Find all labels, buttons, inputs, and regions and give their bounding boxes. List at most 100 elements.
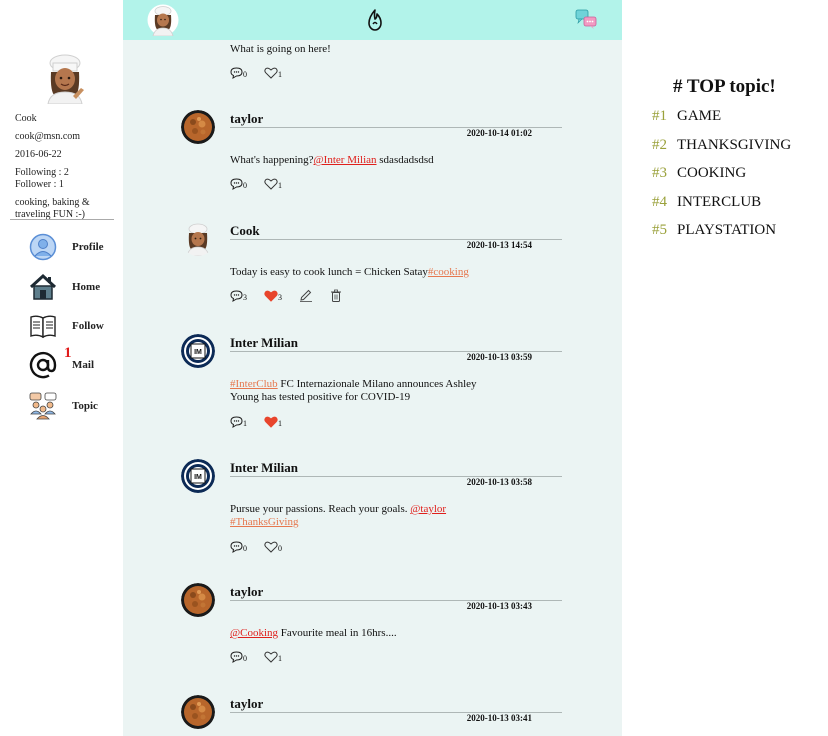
post-body: #InterClub FC Internazionale Milano anno…	[230, 378, 505, 404]
post-text: Pursue your passions. Reach your goals.	[230, 503, 411, 515]
like-button[interactable]: 1	[264, 178, 282, 190]
mention-link[interactable]: @Cooking	[230, 627, 278, 639]
comment-button[interactable]: 3	[230, 290, 247, 302]
hashtag-link[interactable]: #cooking	[428, 266, 469, 278]
profile-following[interactable]: Following : 2	[15, 167, 115, 179]
post-author[interactable]: Inter Milian	[230, 460, 298, 476]
author-avatar[interactable]: IM	[181, 334, 215, 368]
chef-avatar-icon[interactable]	[147, 4, 179, 37]
topic-item[interactable]: #3 COOKING	[652, 165, 746, 182]
like-count: 1	[278, 419, 282, 428]
profile-info: Cook cook@msn.com 2016-06-22 Following :…	[15, 113, 115, 227]
like-button[interactable]: 0	[264, 541, 282, 553]
heart-icon	[264, 178, 278, 190]
comment-count: 1	[243, 419, 247, 428]
topic-item[interactable]: #2 THANKSGIVING	[652, 137, 791, 154]
comment-button[interactable]: 1	[230, 416, 247, 428]
like-button[interactable]: 1	[264, 67, 282, 79]
post-text: Favourite meal in 16hrs....	[278, 627, 397, 639]
heart-icon	[264, 67, 278, 79]
post-feed: What is going on here! 0 1 taylor 2020-1…	[123, 40, 622, 736]
post-timestamp: 2020-10-13 14:54	[466, 240, 532, 250]
user-icon	[28, 232, 58, 262]
topic-item[interactable]: #4 INTERCLUB	[652, 194, 761, 211]
profile-email: cook@msn.com	[15, 131, 81, 142]
author-avatar[interactable]	[181, 695, 215, 729]
mail-count-badge: 1	[64, 345, 72, 361]
post-author[interactable]: Inter Milian	[230, 335, 298, 351]
hashtag-link[interactable]: #InterClub	[230, 378, 278, 390]
sidebar-divider	[10, 219, 114, 220]
nav-item-profile[interactable]: Profile	[28, 231, 118, 263]
topic-item[interactable]: #5 PLAYSTATION	[652, 222, 776, 239]
post-timestamp: 2020-10-13 03:43	[466, 601, 532, 611]
flame-logo-icon[interactable]	[365, 8, 385, 32]
profile-follower[interactable]: Follower : 1	[15, 179, 115, 191]
comment-icon	[230, 416, 243, 428]
edit-button[interactable]	[299, 289, 313, 302]
comment-button[interactable]: 0	[230, 541, 247, 553]
post-timestamp: 2020-10-13 03:58	[466, 477, 532, 487]
post-author[interactable]: taylor	[230, 696, 263, 712]
like-count: 1	[278, 181, 282, 190]
nav-item-home[interactable]: Home	[28, 271, 118, 303]
comment-icon	[230, 178, 243, 190]
comment-count: 0	[243, 70, 247, 79]
mention-link[interactable]: @taylor	[410, 503, 446, 515]
heart-icon	[264, 290, 278, 302]
comment-button[interactable]: 0	[230, 651, 247, 663]
topic-rank: #1	[652, 108, 667, 124]
mention-link[interactable]: @Inter Milian	[314, 154, 377, 166]
comment-button[interactable]: 0	[230, 178, 247, 190]
nav-label-follow: Follow	[72, 320, 104, 332]
like-button[interactable]: 1	[264, 651, 282, 663]
comment-button[interactable]: 0	[230, 67, 247, 79]
comment-icon	[230, 290, 243, 302]
heart-icon	[264, 651, 278, 663]
like-count: 3	[278, 293, 282, 302]
post-body: What is going on here!	[230, 43, 331, 55]
post-text: What's happening?	[230, 154, 314, 166]
top-topics-title: # TOP topic!	[673, 76, 776, 97]
nav-item-follow[interactable]: Follow	[28, 310, 118, 342]
nav-item-topic[interactable]: Topic	[28, 390, 118, 422]
topic-rank: #5	[652, 222, 667, 238]
topic-item[interactable]: #1 GAME	[652, 108, 721, 125]
heart-icon	[264, 416, 278, 428]
house-icon	[28, 272, 58, 302]
post-timestamp: 2020-10-13 03:41	[466, 713, 532, 723]
like-count: 0	[278, 544, 282, 553]
comment-icon	[230, 541, 243, 553]
post-author[interactable]: taylor	[230, 584, 263, 600]
like-button[interactable]: 3	[264, 290, 282, 302]
author-avatar[interactable]	[181, 110, 215, 144]
nav-label-profile: Profile	[72, 241, 104, 253]
like-count: 1	[278, 70, 282, 79]
like-button[interactable]: 1	[264, 416, 282, 428]
hashtag-link[interactable]: #ThanksGiving	[230, 516, 298, 528]
post-body: What's happening?@Inter Milian sdasdadsd…	[230, 154, 530, 167]
author-avatar[interactable]	[181, 222, 215, 256]
post-timestamp: 2020-10-14 01:02	[466, 128, 532, 138]
topic-name: THANKSGIVING	[677, 137, 792, 153]
post-author[interactable]: taylor	[230, 111, 263, 127]
topic-name: GAME	[677, 108, 722, 124]
trash-icon	[330, 289, 342, 302]
profile-bio: cooking, baking & traveling FUN :-)	[15, 197, 90, 220]
nav-item-mail[interactable]: 1 Mail	[28, 345, 118, 381]
post-body: @Cooking Favourite meal in 16hrs....	[230, 627, 530, 640]
post-body: Today is easy to cook lunch = Chicken Sa…	[230, 266, 530, 279]
post-author[interactable]: Cook	[230, 223, 260, 239]
profile-joined: 2016-06-22	[15, 149, 62, 160]
author-avatar[interactable]	[181, 583, 215, 617]
pencil-icon	[299, 289, 313, 302]
book-icon	[28, 311, 58, 341]
comment-icon	[230, 67, 243, 79]
delete-button[interactable]	[330, 289, 342, 302]
chat-bubbles-icon[interactable]	[575, 8, 597, 30]
post-body: Pursue your passions. Reach your goals. …	[230, 503, 530, 529]
post-text: Today is easy to cook lunch = Chicken Sa…	[230, 266, 428, 278]
comment-count: 0	[243, 654, 247, 663]
profile-name: Cook	[15, 113, 37, 124]
author-avatar[interactable]: IM	[181, 459, 215, 493]
